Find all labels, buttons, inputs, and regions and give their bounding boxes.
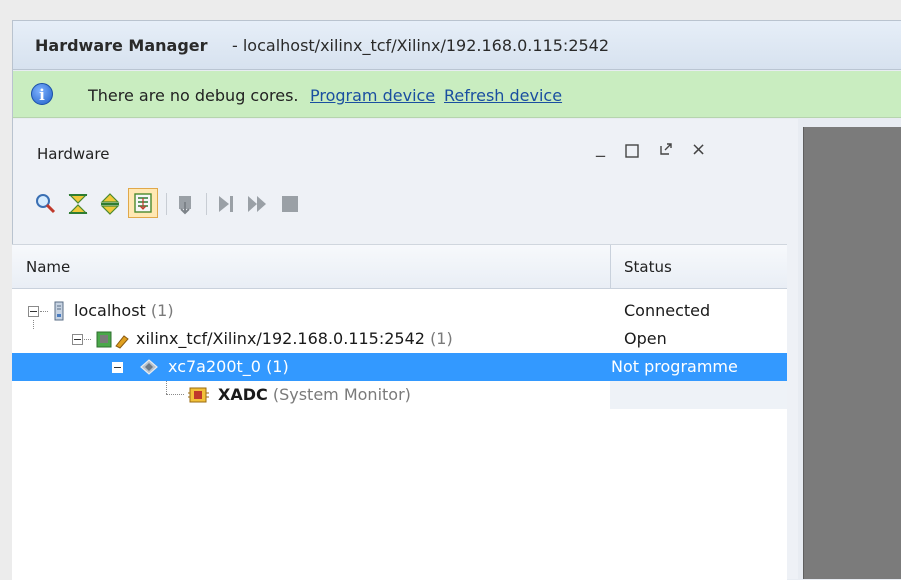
table-row[interactable]: localhost (1) Connected	[12, 297, 787, 325]
panel-header: Hardware _ ×	[13, 119, 799, 189]
info-message: There are no debug cores.	[88, 86, 299, 105]
row-name: XADC (System Monitor)	[218, 385, 411, 404]
collapse-all-icon[interactable]	[65, 191, 91, 217]
status-cell-empty	[610, 381, 787, 409]
toolbar	[13, 181, 799, 225]
row-name: xilinx_tcf/Xilinx/192.168.0.115:2542 (1)	[136, 329, 453, 348]
column-header-name[interactable]: Name	[26, 258, 70, 276]
collapse-toggle-icon[interactable]	[72, 334, 83, 345]
target-name: xilinx_tcf/Xilinx/192.168.0.115:2542	[136, 329, 425, 348]
refresh-device-link[interactable]: Refresh device	[444, 86, 562, 105]
table-row[interactable]: XADC (System Monitor)	[12, 381, 787, 409]
top-strip	[0, 0, 901, 20]
right-view-area	[803, 127, 901, 579]
collapse-toggle-icon[interactable]	[28, 306, 39, 317]
target-board-icon	[96, 330, 130, 354]
panel-title: Hardware	[37, 145, 110, 163]
tree-connector	[84, 339, 91, 340]
row-status: Not programme	[611, 357, 738, 376]
table-row[interactable]: xilinx_tcf/Xilinx/192.168.0.115:2542 (1)…	[12, 320, 787, 354]
core-name: XADC	[218, 385, 268, 404]
device-count: (1)	[266, 357, 289, 376]
tree-connector	[166, 394, 184, 395]
expand-all-icon[interactable]	[97, 191, 123, 217]
minimize-icon[interactable]: _	[596, 137, 605, 158]
search-icon[interactable]	[33, 191, 59, 217]
device-count: (1)	[150, 301, 174, 320]
row-status: Open	[624, 329, 667, 348]
host-icon	[54, 301, 64, 325]
device-name: localhost	[74, 301, 146, 320]
info-icon: i	[31, 83, 53, 105]
window-title: Hardware Manager	[35, 36, 208, 55]
tree-connector	[33, 320, 34, 329]
tree-connector	[166, 381, 167, 394]
fpga-device-icon	[138, 357, 160, 381]
run-trigger-icon[interactable]	[213, 191, 239, 217]
auto-connect-icon[interactable]	[128, 188, 158, 218]
device-name: xc7a200t_0	[168, 357, 261, 376]
column-header-status[interactable]: Status	[624, 258, 672, 276]
toolbar-separator	[206, 193, 207, 215]
table-row-selected[interactable]: xc7a200t_0 (1) Not programme	[12, 353, 787, 381]
title-bar: Hardware Manager - localhost/xilinx_tcf/…	[12, 20, 901, 70]
table-header: Name Status	[12, 245, 787, 289]
program-device-link[interactable]: Program device	[310, 86, 435, 105]
target-count: (1)	[430, 329, 453, 348]
row-status: Connected	[624, 301, 711, 320]
row-name: localhost (1)	[74, 301, 174, 320]
toolbar-separator	[166, 193, 167, 215]
column-divider[interactable]	[610, 245, 611, 288]
system-monitor-icon	[188, 385, 210, 409]
hardware-tree-table: Name Status localhost (1) Connected xili…	[12, 244, 787, 580]
row-name: xc7a200t_0 (1)	[168, 357, 289, 376]
tree-connector	[40, 311, 48, 312]
close-icon[interactable]: ×	[691, 139, 706, 160]
program-device-icon[interactable]	[173, 191, 199, 217]
core-description: (System Monitor)	[272, 385, 411, 404]
collapse-toggle-icon[interactable]	[112, 362, 123, 373]
info-bar: i There are no debug cores. Program devi…	[12, 71, 901, 118]
window-subtitle: - localhost/xilinx_tcf/Xilinx/192.168.0.…	[232, 36, 610, 55]
stop-trigger-icon[interactable]	[277, 191, 303, 217]
restore-icon[interactable]	[658, 141, 674, 162]
maximize-icon[interactable]	[625, 143, 640, 164]
run-trigger-immediate-icon[interactable]	[245, 191, 271, 217]
